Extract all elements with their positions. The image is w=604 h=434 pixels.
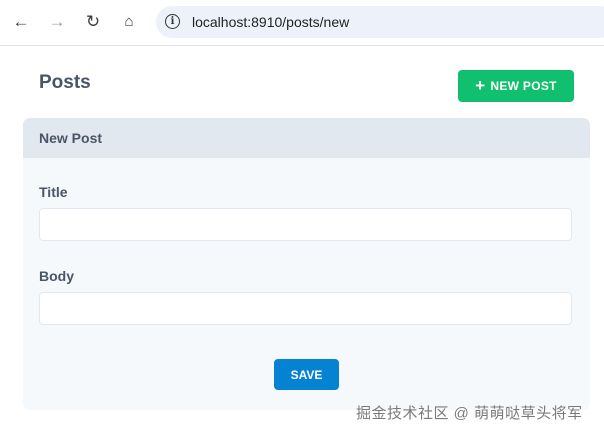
url-text[interactable]: localhost:8910/posts/new <box>192 14 349 30</box>
home-icon[interactable]: ⌂ <box>119 12 139 32</box>
new-post-label: NEW POST <box>490 79 557 93</box>
new-post-button[interactable]: + NEW POST <box>458 70 574 102</box>
info-icon[interactable]: i <box>165 14 180 29</box>
address-bar[interactable]: i localhost:8910/posts/new <box>156 6 604 38</box>
body-input[interactable] <box>39 292 572 325</box>
save-button[interactable]: SAVE <box>274 359 339 390</box>
forward-icon[interactable]: → <box>47 12 67 32</box>
card-header: New Post <box>23 118 590 158</box>
page-title: Posts <box>39 72 91 93</box>
browser-toolbar: ← → ↻ ⌂ i localhost:8910/posts/new <box>0 0 604 46</box>
title-label: Title <box>39 184 68 200</box>
new-post-form: New Post Title Body SAVE <box>23 118 590 410</box>
reload-icon[interactable]: ↻ <box>83 12 103 32</box>
body-label: Body <box>39 268 74 284</box>
title-input[interactable] <box>39 208 572 241</box>
plus-icon: + <box>475 76 486 95</box>
back-icon[interactable]: ← <box>11 12 31 32</box>
watermark: 掘金技术社区 @ 萌萌哒草头将军 <box>356 405 583 422</box>
